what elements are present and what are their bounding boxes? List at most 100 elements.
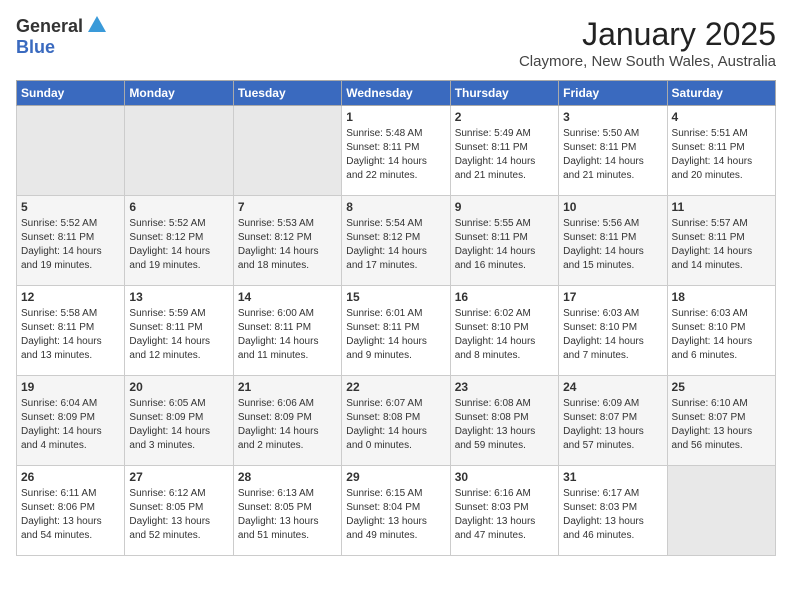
day-info: Sunrise: 6:08 AMSunset: 8:08 PMDaylight:… [455,397,554,453]
weekday-header: Thursday [450,81,558,106]
calendar-cell: 27 Sunrise: 6:12 AMSunset: 8:05 PMDaylig… [125,466,233,556]
calendar-cell: 25 Sunrise: 6:10 AMSunset: 8:07 PMDaylig… [667,376,775,466]
calendar-cell: 11 Sunrise: 5:57 AMSunset: 8:11 PMDaylig… [667,196,775,286]
day-number: 2 [455,110,554,124]
calendar-cell: 29 Sunrise: 6:15 AMSunset: 8:04 PMDaylig… [342,466,450,556]
day-number: 11 [672,200,771,214]
day-number: 25 [672,380,771,394]
day-info: Sunrise: 6:00 AMSunset: 8:11 PMDaylight:… [238,307,337,363]
calendar-header-row: SundayMondayTuesdayWednesdayThursdayFrid… [17,81,776,106]
day-info: Sunrise: 5:48 AMSunset: 8:11 PMDaylight:… [346,127,445,183]
calendar-cell: 30 Sunrise: 6:16 AMSunset: 8:03 PMDaylig… [450,466,558,556]
page-header: General Blue January 2025 Claymore, New … [16,16,776,70]
day-number: 22 [346,380,445,394]
logo-blue-text: Blue [16,37,55,58]
day-info: Sunrise: 6:03 AMSunset: 8:10 PMDaylight:… [672,307,771,363]
day-number: 29 [346,470,445,484]
day-number: 12 [21,290,120,304]
day-info: Sunrise: 6:12 AMSunset: 8:05 PMDaylight:… [129,487,228,543]
day-number: 21 [238,380,337,394]
day-info: Sunrise: 6:03 AMSunset: 8:10 PMDaylight:… [563,307,662,363]
day-info: Sunrise: 6:05 AMSunset: 8:09 PMDaylight:… [129,397,228,453]
day-info: Sunrise: 6:09 AMSunset: 8:07 PMDaylight:… [563,397,662,453]
calendar-cell: 5 Sunrise: 5:52 AMSunset: 8:11 PMDayligh… [17,196,125,286]
day-number: 27 [129,470,228,484]
calendar-cell: 22 Sunrise: 6:07 AMSunset: 8:08 PMDaylig… [342,376,450,466]
calendar-cell: 3 Sunrise: 5:50 AMSunset: 8:11 PMDayligh… [559,106,667,196]
calendar-cell [667,466,775,556]
day-info: Sunrise: 5:56 AMSunset: 8:11 PMDaylight:… [563,217,662,273]
title-block: January 2025 Claymore, New South Wales, … [519,16,776,70]
day-number: 7 [238,200,337,214]
calendar-cell: 10 Sunrise: 5:56 AMSunset: 8:11 PMDaylig… [559,196,667,286]
day-number: 17 [563,290,662,304]
calendar-cell: 19 Sunrise: 6:04 AMSunset: 8:09 PMDaylig… [17,376,125,466]
weekday-header: Friday [559,81,667,106]
calendar-cell [233,106,341,196]
day-info: Sunrise: 5:49 AMSunset: 8:11 PMDaylight:… [455,127,554,183]
calendar-cell: 28 Sunrise: 6:13 AMSunset: 8:05 PMDaylig… [233,466,341,556]
calendar-cell: 1 Sunrise: 5:48 AMSunset: 8:11 PMDayligh… [342,106,450,196]
day-info: Sunrise: 6:06 AMSunset: 8:09 PMDaylight:… [238,397,337,453]
day-number: 16 [455,290,554,304]
calendar-cell: 23 Sunrise: 6:08 AMSunset: 8:08 PMDaylig… [450,376,558,466]
day-number: 5 [21,200,120,214]
calendar-cell: 21 Sunrise: 6:06 AMSunset: 8:09 PMDaylig… [233,376,341,466]
calendar-cell: 15 Sunrise: 6:01 AMSunset: 8:11 PMDaylig… [342,286,450,376]
day-info: Sunrise: 5:55 AMSunset: 8:11 PMDaylight:… [455,217,554,273]
weekday-header: Sunday [17,81,125,106]
day-number: 13 [129,290,228,304]
calendar-cell: 14 Sunrise: 6:00 AMSunset: 8:11 PMDaylig… [233,286,341,376]
day-info: Sunrise: 5:51 AMSunset: 8:11 PMDaylight:… [672,127,771,183]
day-number: 8 [346,200,445,214]
day-number: 1 [346,110,445,124]
calendar-cell: 13 Sunrise: 5:59 AMSunset: 8:11 PMDaylig… [125,286,233,376]
calendar-cell: 20 Sunrise: 6:05 AMSunset: 8:09 PMDaylig… [125,376,233,466]
logo-triangle-icon [88,16,106,37]
calendar-week-row: 19 Sunrise: 6:04 AMSunset: 8:09 PMDaylig… [17,376,776,466]
day-info: Sunrise: 5:59 AMSunset: 8:11 PMDaylight:… [129,307,228,363]
day-info: Sunrise: 6:10 AMSunset: 8:07 PMDaylight:… [672,397,771,453]
day-info: Sunrise: 6:15 AMSunset: 8:04 PMDaylight:… [346,487,445,543]
day-info: Sunrise: 6:17 AMSunset: 8:03 PMDaylight:… [563,487,662,543]
day-number: 14 [238,290,337,304]
weekday-header: Tuesday [233,81,341,106]
day-info: Sunrise: 6:16 AMSunset: 8:03 PMDaylight:… [455,487,554,543]
calendar-cell: 26 Sunrise: 6:11 AMSunset: 8:06 PMDaylig… [17,466,125,556]
calendar-cell [125,106,233,196]
calendar-cell: 9 Sunrise: 5:55 AMSunset: 8:11 PMDayligh… [450,196,558,286]
calendar-week-row: 5 Sunrise: 5:52 AMSunset: 8:11 PMDayligh… [17,196,776,286]
day-info: Sunrise: 5:54 AMSunset: 8:12 PMDaylight:… [346,217,445,273]
logo: General Blue [16,16,106,58]
day-number: 4 [672,110,771,124]
month-title: January 2025 [519,16,776,53]
weekday-header: Wednesday [342,81,450,106]
calendar-cell: 24 Sunrise: 6:09 AMSunset: 8:07 PMDaylig… [559,376,667,466]
day-number: 3 [563,110,662,124]
day-number: 30 [455,470,554,484]
calendar-cell: 8 Sunrise: 5:54 AMSunset: 8:12 PMDayligh… [342,196,450,286]
calendar-cell: 17 Sunrise: 6:03 AMSunset: 8:10 PMDaylig… [559,286,667,376]
calendar-week-row: 26 Sunrise: 6:11 AMSunset: 8:06 PMDaylig… [17,466,776,556]
day-info: Sunrise: 5:53 AMSunset: 8:12 PMDaylight:… [238,217,337,273]
calendar-body: 1 Sunrise: 5:48 AMSunset: 8:11 PMDayligh… [17,106,776,556]
calendar-cell: 31 Sunrise: 6:17 AMSunset: 8:03 PMDaylig… [559,466,667,556]
calendar-cell: 18 Sunrise: 6:03 AMSunset: 8:10 PMDaylig… [667,286,775,376]
day-info: Sunrise: 6:07 AMSunset: 8:08 PMDaylight:… [346,397,445,453]
location-title: Claymore, New South Wales, Australia [519,53,776,70]
calendar-table: SundayMondayTuesdayWednesdayThursdayFrid… [16,80,776,556]
calendar-cell: 7 Sunrise: 5:53 AMSunset: 8:12 PMDayligh… [233,196,341,286]
day-number: 18 [672,290,771,304]
day-number: 23 [455,380,554,394]
weekday-header: Saturday [667,81,775,106]
calendar-week-row: 1 Sunrise: 5:48 AMSunset: 8:11 PMDayligh… [17,106,776,196]
day-number: 10 [563,200,662,214]
day-info: Sunrise: 5:58 AMSunset: 8:11 PMDaylight:… [21,307,120,363]
day-info: Sunrise: 6:13 AMSunset: 8:05 PMDaylight:… [238,487,337,543]
day-number: 28 [238,470,337,484]
weekday-header: Monday [125,81,233,106]
day-info: Sunrise: 6:04 AMSunset: 8:09 PMDaylight:… [21,397,120,453]
calendar-week-row: 12 Sunrise: 5:58 AMSunset: 8:11 PMDaylig… [17,286,776,376]
day-info: Sunrise: 5:52 AMSunset: 8:11 PMDaylight:… [21,217,120,273]
calendar-cell: 12 Sunrise: 5:58 AMSunset: 8:11 PMDaylig… [17,286,125,376]
